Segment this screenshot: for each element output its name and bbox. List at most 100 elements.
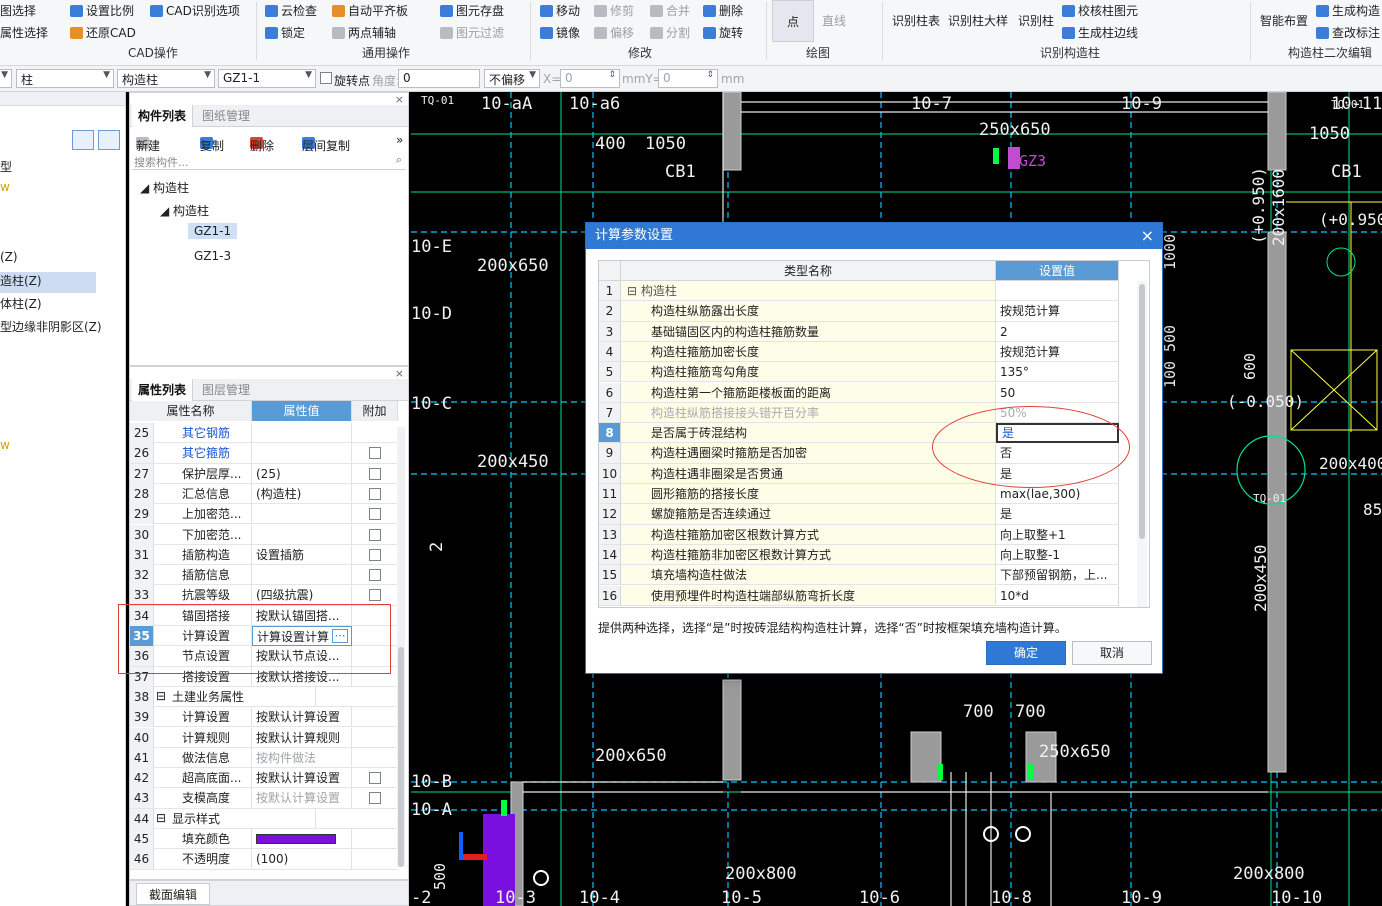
- floor-combo-tail[interactable]: ▼: [0, 69, 12, 88]
- nav-item[interactable]: 型边缘非阴影区(Z): [0, 318, 125, 339]
- setting-value[interactable]: 向上取整-1: [996, 544, 1119, 566]
- property-row[interactable]: 38 ⊟ 土建业务属性: [130, 686, 398, 708]
- property-value[interactable]: (25): [252, 463, 352, 484]
- setting-row[interactable]: 15 填充墙构造柱做法 下部预留钢筋，上...: [599, 565, 1119, 586]
- ribbon-lock[interactable]: 锁定: [265, 24, 305, 41]
- setting-value[interactable]: 50: [996, 382, 1119, 403]
- extra-checkbox[interactable]: [369, 792, 381, 805]
- section-edit-tab[interactable]: 截面编辑: [136, 883, 211, 905]
- draw-line-button[interactable]: 直线: [822, 12, 846, 29]
- tree-node-root[interactable]: ◢ 构造柱: [140, 179, 189, 196]
- setting-value[interactable]: 按规范计算: [996, 301, 1119, 322]
- extra-checkbox[interactable]: [369, 569, 381, 582]
- ribbon-select-graph[interactable]: 图选择: [0, 2, 36, 19]
- ribbon-identify-column[interactable]: 识别柱: [1018, 12, 1054, 29]
- setting-row[interactable]: 5 构造柱箍筋弯勾角度 135°: [599, 362, 1119, 383]
- property-extra[interactable]: [352, 565, 398, 585]
- ribbon-identify-table[interactable]: 识别柱表: [892, 12, 940, 29]
- ribbon-cloud-check[interactable]: 云检查: [265, 2, 317, 19]
- extra-checkbox[interactable]: [369, 467, 381, 480]
- property-value[interactable]: 设置插筋: [252, 544, 352, 565]
- property-row[interactable]: 44 ⊟ 显示样式: [130, 808, 398, 829]
- ribbon-gen-edge[interactable]: 生成柱边线: [1062, 24, 1138, 41]
- property-value[interactable]: 按构件做法: [252, 747, 352, 768]
- property-value[interactable]: [252, 504, 352, 525]
- property-value[interactable]: 按默认计算规则: [252, 727, 352, 748]
- draw-point-button[interactable]: 点: [772, 0, 814, 42]
- setting-value[interactable]: 向上取整+1: [996, 524, 1119, 545]
- grid-view-icon[interactable]: [98, 130, 120, 150]
- setting-row[interactable]: 1 ⊟ 构造柱: [599, 281, 1119, 302]
- ok-button[interactable]: 确定: [986, 641, 1066, 665]
- ribbon-offset[interactable]: 偏移: [594, 24, 634, 41]
- ribbon-set-scale[interactable]: 设置比例: [70, 2, 134, 19]
- ribbon-move[interactable]: 移动: [540, 2, 580, 19]
- extra-checkbox[interactable]: [369, 528, 381, 541]
- tab-drawing-manage[interactable]: 图纸管理: [196, 105, 256, 127]
- category-combo[interactable]: 柱 ▼: [16, 69, 114, 88]
- property-scrollbar[interactable]: [397, 427, 405, 867]
- extra-checkbox[interactable]: [369, 772, 381, 785]
- property-row[interactable]: 46 不透明度 (100): [130, 849, 398, 870]
- setting-value[interactable]: 是: [996, 504, 1119, 525]
- ribbon-split[interactable]: 分割: [650, 24, 690, 41]
- property-value[interactable]: [252, 443, 352, 464]
- setting-value[interactable]: 2: [996, 321, 1119, 342]
- property-extra[interactable]: [352, 768, 398, 788]
- close-icon[interactable]: ×: [1141, 223, 1154, 249]
- new-button[interactable]: 新建 ▾: [136, 133, 160, 153]
- extra-checkbox[interactable]: [369, 447, 381, 460]
- component-combo[interactable]: GZ1-1 ▼: [218, 69, 316, 88]
- ribbon-delete[interactable]: 删除: [703, 2, 743, 19]
- property-value[interactable]: 按默认计算设置: [252, 707, 352, 728]
- offset-combo[interactable]: 不偏移 ▼: [484, 69, 540, 88]
- collapse-icon[interactable]: ⊟: [156, 689, 166, 703]
- setting-row[interactable]: 12 螺旋箍筋是否连续通过是: [599, 504, 1119, 525]
- property-row[interactable]: 25 其它钢筋: [130, 423, 398, 444]
- cancel-button[interactable]: 取消: [1072, 641, 1152, 665]
- setting-row[interactable]: 4 构造柱箍筋加密长度 按规范计算: [599, 341, 1119, 363]
- nav-item[interactable]: 体柱(Z): [0, 295, 125, 316]
- property-extra[interactable]: [352, 525, 398, 545]
- extra-checkbox[interactable]: [369, 589, 381, 602]
- search-icon[interactable]: ⌕: [396, 153, 402, 167]
- property-extra[interactable]: [352, 788, 398, 808]
- ribbon-auto-align[interactable]: 自动平齐板: [332, 2, 408, 19]
- nav-item[interactable]: (Z): [0, 250, 125, 271]
- ribbon-restore-cad[interactable]: 还原CAD: [70, 24, 136, 41]
- extra-checkbox[interactable]: [369, 508, 381, 521]
- setting-value[interactable]: 按规范计算: [996, 341, 1119, 363]
- ribbon-element-filter[interactable]: 图元过滤: [440, 24, 504, 41]
- collapse-icon[interactable]: ⊟: [627, 284, 641, 298]
- property-value[interactable]: (四级抗震): [252, 585, 352, 606]
- property-row[interactable]: 32 插筋信息: [130, 565, 398, 586]
- property-row[interactable]: 45 填充颜色: [130, 829, 398, 850]
- setting-row[interactable]: 16 使用预埋件时构造柱端部纵筋弯折长度 10*d: [599, 585, 1119, 606]
- ribbon-trim[interactable]: 修剪: [594, 2, 634, 19]
- property-value[interactable]: 按默认计算设置: [252, 768, 352, 789]
- ribbon-select-prop[interactable]: 属性选择: [0, 24, 48, 41]
- ribbon-merge[interactable]: 合并: [650, 2, 690, 19]
- property-row[interactable]: 43 支模高度 按默认计算设置: [130, 788, 398, 809]
- rotate-point-checkbox[interactable]: [320, 72, 332, 84]
- ribbon-check-column[interactable]: 校核柱图元: [1062, 2, 1138, 19]
- property-value[interactable]: [252, 829, 352, 849]
- property-row[interactable]: 26 其它箍筋: [130, 443, 398, 464]
- property-value[interactable]: [252, 565, 352, 586]
- property-extra[interactable]: [352, 585, 398, 605]
- property-row[interactable]: 39 计算设置 按默认计算设置: [130, 707, 398, 728]
- ribbon-mirror[interactable]: 镜像: [540, 24, 580, 41]
- ribbon-save-element[interactable]: 图元存盘: [440, 2, 504, 19]
- setting-row[interactable]: 13 构造柱箍筋加密区根数计算方式 向上取整+1: [599, 524, 1119, 545]
- property-value[interactable]: [252, 524, 352, 545]
- tree-node-group[interactable]: ◢ 构造柱: [160, 202, 209, 219]
- ribbon-two-point-axis[interactable]: 两点辅轴: [332, 24, 396, 41]
- property-row[interactable]: 40 计算规则 按默认计算规则: [130, 727, 398, 748]
- property-row[interactable]: 42 超高底面... 按默认计算设置: [130, 768, 398, 789]
- property-row[interactable]: 28 汇总信息 (构造柱): [130, 483, 398, 505]
- property-row[interactable]: 31 插筋构造 设置插筋: [130, 544, 398, 566]
- ribbon-cad-options[interactable]: CAD识别选项: [150, 2, 240, 19]
- property-value[interactable]: (100): [252, 849, 352, 870]
- extra-checkbox[interactable]: [369, 487, 381, 500]
- property-row[interactable]: 27 保护层厚... (25): [130, 463, 398, 484]
